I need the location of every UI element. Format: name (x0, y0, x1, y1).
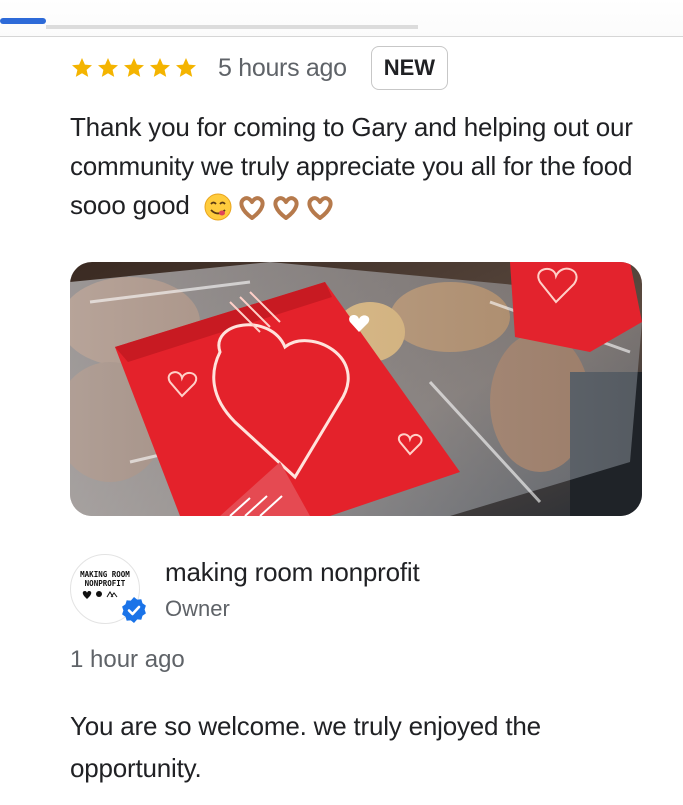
heart-hands-emoji-icon (307, 196, 333, 221)
reply-timestamp: 1 hour ago (70, 646, 185, 673)
food-photo-image (70, 262, 642, 516)
star-icon (176, 58, 196, 77)
star-icon (150, 58, 170, 77)
new-badge: NEW (370, 46, 449, 90)
star-icon (98, 58, 118, 77)
top-toolbar (0, 0, 683, 37)
review-photo[interactable] (70, 262, 642, 516)
heart-hands-emoji-icon (239, 196, 265, 221)
owner-role-label: Owner (165, 596, 230, 621)
review-timestamp: 5 hours ago (218, 53, 347, 82)
heart-hands-emoji-icon (273, 196, 299, 221)
verified-badge-icon (122, 597, 146, 623)
star-rating (70, 56, 198, 80)
star-icon (72, 58, 92, 77)
review-body: Thank you for coming to Gary and helping… (70, 108, 660, 225)
avatar-logo-marks-icon (82, 591, 118, 599)
avatar-logo-text: MAKING ROOM NONPROFIT (80, 570, 130, 588)
active-tab-indicator (0, 18, 46, 24)
scroll-indicator (46, 25, 418, 29)
yum-face-emoji-icon (204, 193, 232, 221)
owner-name[interactable]: making room nonprofit (165, 557, 420, 588)
star-icon (124, 58, 144, 77)
review-meta: 5 hours ago NEW (70, 44, 449, 92)
review-text: Thank you for coming to Gary and helping… (70, 112, 633, 220)
reply-text: You are so welcome. we truly enjoyed the… (70, 711, 541, 783)
review-emojis (203, 192, 335, 222)
